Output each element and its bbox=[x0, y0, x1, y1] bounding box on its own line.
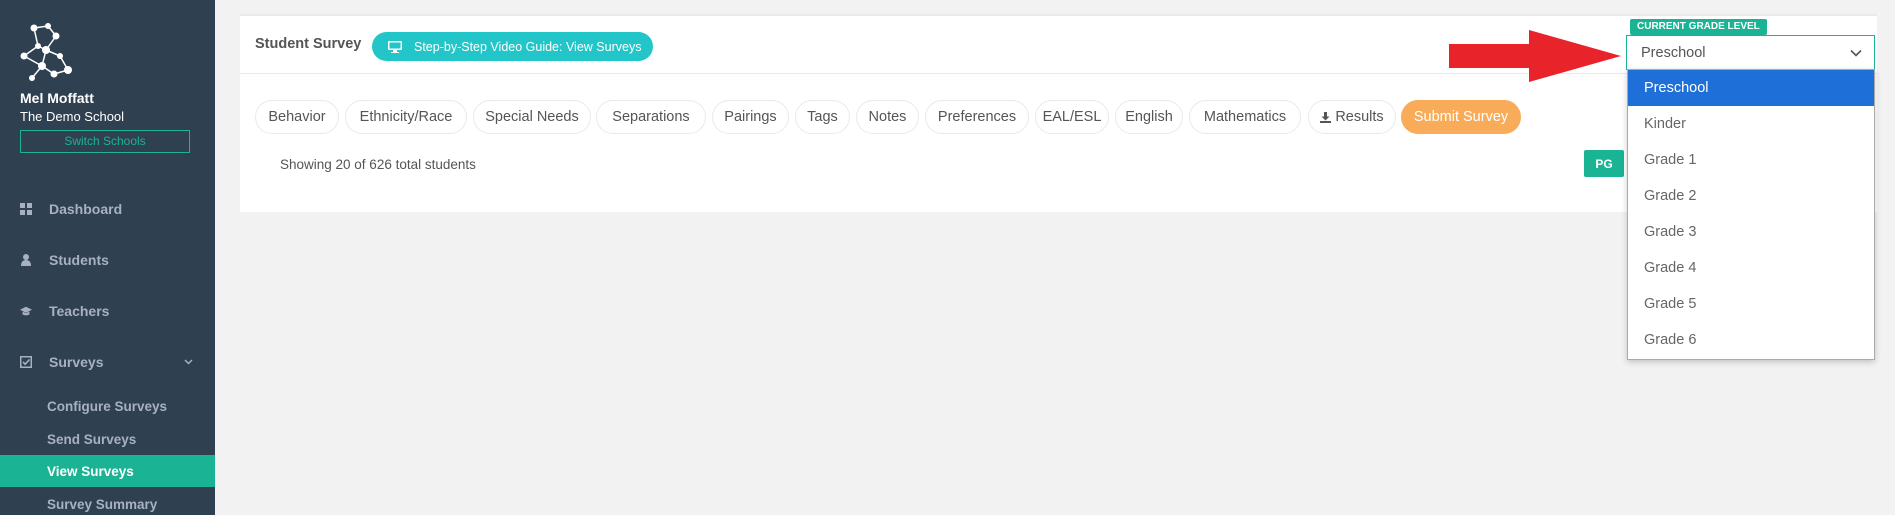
showing-count: Showing 20 of 626 total students bbox=[280, 157, 476, 172]
download-icon bbox=[1320, 111, 1332, 123]
tab-special-needs[interactable]: Special Needs bbox=[473, 100, 591, 134]
tab-ethnicity-race[interactable]: Ethnicity/Race bbox=[345, 100, 467, 134]
grade-level-select[interactable]: Preschool bbox=[1626, 35, 1875, 70]
video-guide-button[interactable]: Step-by-Step Video Guide: View Surveys bbox=[372, 32, 653, 61]
grade-option-preschool[interactable]: Preschool bbox=[1628, 70, 1874, 106]
check-square-icon bbox=[20, 356, 32, 368]
nav-dashboard[interactable]: Dashboard bbox=[0, 194, 215, 224]
user-name: Mel Moffatt bbox=[20, 90, 94, 106]
tab-results[interactable]: Results bbox=[1308, 100, 1396, 134]
nav-surveys-label: Surveys bbox=[49, 354, 104, 370]
sub-survey-summary[interactable]: Survey Summary bbox=[0, 488, 215, 515]
grade-level-value: Preschool bbox=[1641, 44, 1706, 61]
sub-view-surveys[interactable]: View Surveys bbox=[0, 455, 215, 487]
chevron-down-icon bbox=[1850, 49, 1862, 57]
grade-option-grade-2[interactable]: Grade 2 bbox=[1628, 178, 1874, 214]
sidebar: Mel Moffatt The Demo School Switch Schoo… bbox=[0, 0, 215, 515]
nav-dashboard-label: Dashboard bbox=[49, 201, 123, 217]
tab-eal-esl[interactable]: EAL/ESL bbox=[1035, 100, 1109, 134]
pg-button[interactable]: PG bbox=[1584, 150, 1624, 177]
tab-preferences[interactable]: Preferences bbox=[925, 100, 1029, 134]
tab-tags[interactable]: Tags bbox=[795, 100, 850, 134]
school-name: The Demo School bbox=[20, 109, 125, 124]
grade-option-grade-6[interactable]: Grade 6 bbox=[1628, 322, 1874, 358]
switch-schools-button[interactable]: Switch Schools bbox=[20, 130, 190, 153]
nav-surveys[interactable]: Surveys bbox=[0, 347, 215, 377]
network-logo-icon bbox=[20, 23, 72, 81]
tab-notes[interactable]: Notes bbox=[856, 100, 919, 134]
grade-option-grade-4[interactable]: Grade 4 bbox=[1628, 250, 1874, 286]
tab-separations[interactable]: Separations bbox=[596, 100, 706, 134]
monitor-icon bbox=[388, 40, 402, 53]
tab-behavior[interactable]: Behavior bbox=[255, 100, 339, 134]
chevron-down-icon bbox=[184, 359, 193, 365]
grade-option-grade-1[interactable]: Grade 1 bbox=[1628, 142, 1874, 178]
nav-teachers[interactable]: Teachers bbox=[0, 296, 215, 326]
tab-pairings[interactable]: Pairings bbox=[712, 100, 789, 134]
red-arrow-icon bbox=[1449, 30, 1621, 82]
tab-english[interactable]: English bbox=[1115, 100, 1183, 134]
sub-send-surveys[interactable]: Send Surveys bbox=[0, 423, 215, 455]
graduation-cap-icon bbox=[20, 305, 32, 317]
dashboard-icon bbox=[20, 203, 32, 215]
nav-teachers-label: Teachers bbox=[49, 303, 110, 319]
video-guide-label: Step-by-Step Video Guide: View Surveys bbox=[414, 39, 642, 54]
tab-results-label: Results bbox=[1335, 109, 1384, 125]
nav-students[interactable]: Students bbox=[0, 245, 215, 275]
tab-mathematics[interactable]: Mathematics bbox=[1189, 100, 1301, 134]
sub-configure-surveys[interactable]: Configure Surveys bbox=[0, 390, 215, 422]
grade-option-kinder[interactable]: Kinder bbox=[1628, 106, 1874, 142]
nav-students-label: Students bbox=[49, 252, 109, 268]
grade-option-grade-5[interactable]: Grade 5 bbox=[1628, 286, 1874, 322]
grade-option-grade-3[interactable]: Grade 3 bbox=[1628, 214, 1874, 250]
user-icon bbox=[20, 254, 32, 266]
page-title: Student Survey bbox=[255, 36, 362, 52]
grade-dropdown: Preschool Kinder Grade 1 Grade 2 Grade 3… bbox=[1627, 69, 1875, 360]
grade-level-label: CURRENT GRADE LEVEL bbox=[1630, 19, 1767, 35]
submit-survey-button[interactable]: Submit Survey bbox=[1401, 100, 1521, 134]
